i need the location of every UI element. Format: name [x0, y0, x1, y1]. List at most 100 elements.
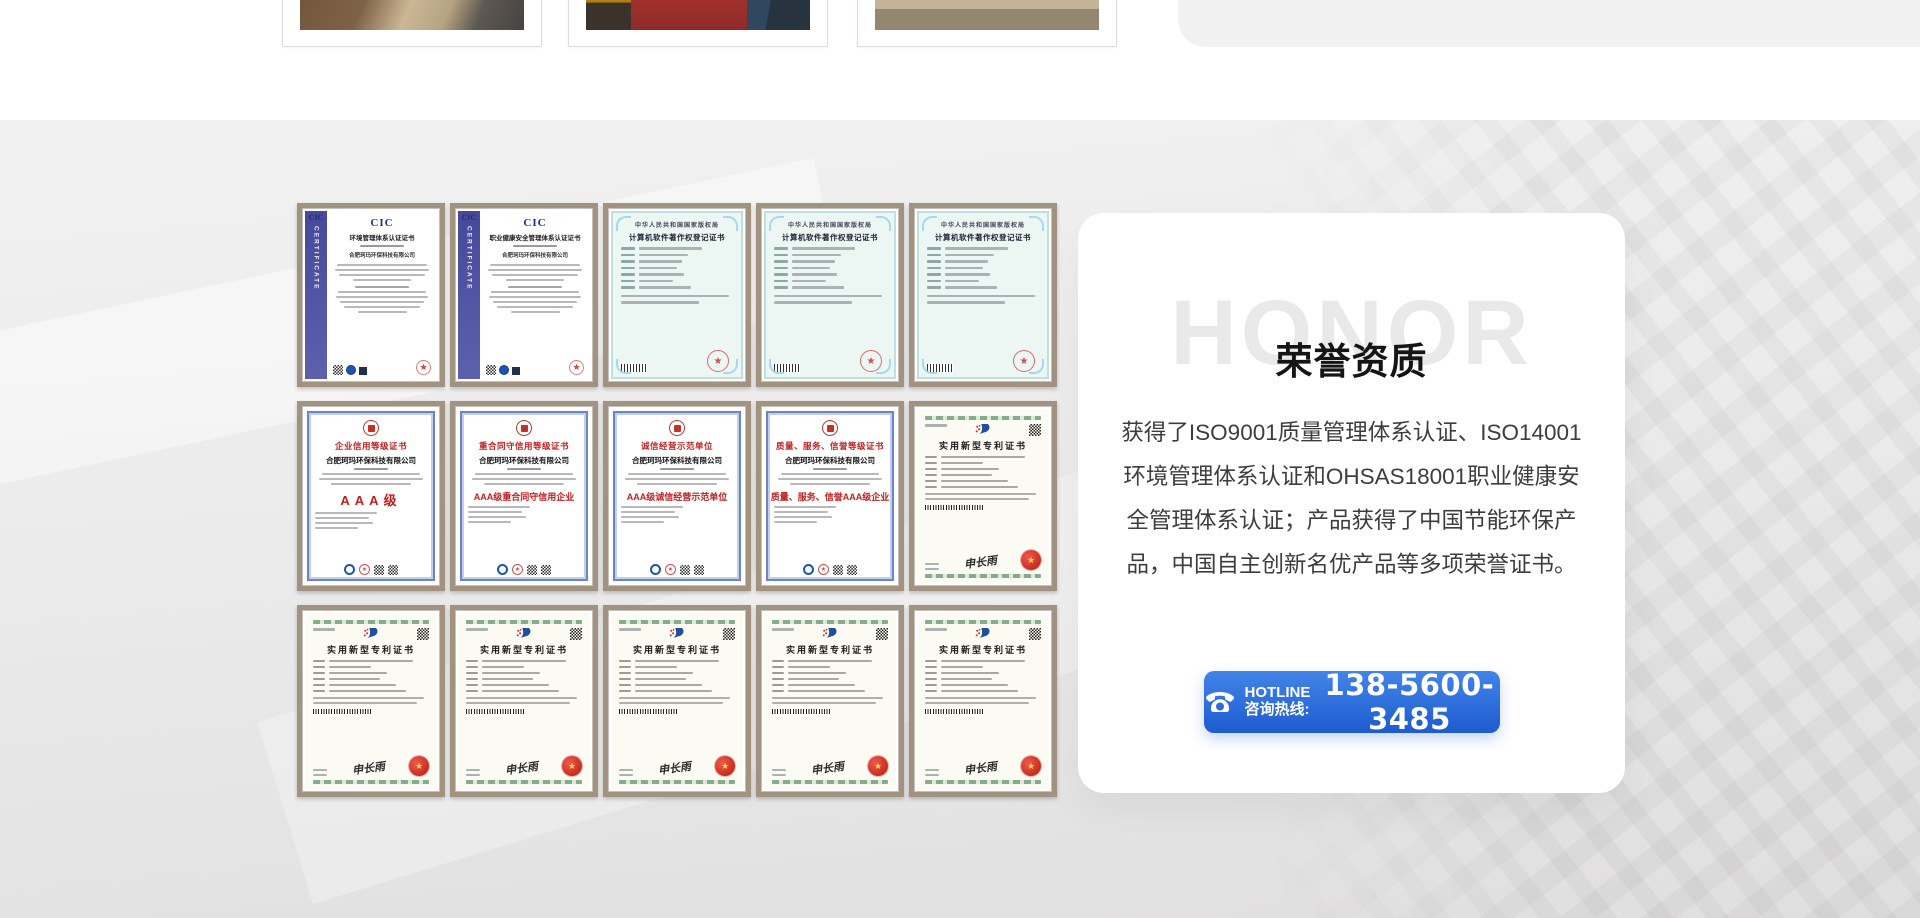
- text-line: [788, 660, 872, 662]
- field-row: [927, 280, 1039, 283]
- field-row: [927, 260, 1039, 263]
- certificate-patent[interactable]: 实用新型专利证书申长雨★: [909, 401, 1057, 591]
- certificate-credit[interactable]: 诚信经营示范单位合肥珂玛环保科技有限公司AAA级诚信经营示范单位★: [603, 401, 751, 591]
- field-row: [772, 690, 888, 692]
- text-line: [619, 666, 631, 668]
- text-line: [621, 301, 699, 304]
- blue-round-logo: [803, 564, 814, 575]
- text-line: [925, 486, 937, 488]
- certificate-cic[interactable]: CICCERTIFICATECIC职业健康安全管理体系认证证书合肥珂玛环保科技有…: [450, 203, 598, 387]
- red-star-stamp: ★: [818, 564, 829, 575]
- text-line: [774, 247, 788, 250]
- gallery-card[interactable]: [857, 0, 1117, 47]
- text-line: [927, 273, 941, 276]
- text-line: [621, 521, 664, 523]
- certificate-title: 企业信用等级证书: [335, 440, 407, 452]
- green-ornament-band: [466, 620, 582, 624]
- qr-code: [694, 565, 704, 575]
- field-row: [619, 678, 735, 680]
- field-row: [619, 672, 735, 674]
- text-line: [313, 684, 325, 686]
- blue-round-logo: [344, 564, 355, 575]
- text-line: [313, 702, 417, 704]
- qr-code: [374, 565, 384, 575]
- certificate-footer: ★: [774, 564, 886, 575]
- text-line: [344, 306, 420, 308]
- barcode: [313, 709, 371, 714]
- certificate-patent[interactable]: 实用新型专利证书申长雨★: [603, 605, 751, 797]
- footer-labels: [772, 769, 786, 776]
- text-line: [619, 660, 631, 662]
- certificate-paper: 实用新型专利证书申长雨★: [917, 613, 1049, 789]
- certificate-credit[interactable]: 质量、服务、信誉等级证书合肥珂玛环保科技有限公司质量、服务、信誉AAA级企业★: [756, 401, 904, 591]
- text-line: [637, 483, 718, 485]
- text-line: [925, 480, 937, 482]
- text-line: [336, 296, 428, 298]
- field-row: [466, 684, 582, 686]
- field-row: [621, 286, 733, 289]
- certificate-footer: 申长雨★: [466, 756, 582, 777]
- text-line: [313, 628, 335, 631]
- certificate-copyright[interactable]: 中华人民共和国国家版权局计算机软件著作权登记证书★: [756, 203, 904, 387]
- text-line: [315, 527, 358, 529]
- text-line: [339, 274, 425, 276]
- text-line: [774, 506, 836, 508]
- text-line: [925, 702, 1029, 704]
- text-line: [781, 473, 880, 475]
- text-line: [466, 672, 478, 674]
- text-line: [772, 697, 883, 699]
- certificate-title: 计算机软件著作权登记证书: [621, 232, 733, 243]
- text-line: [635, 678, 686, 680]
- certificate-footer: ★: [621, 564, 733, 575]
- red-star-seal: ★: [416, 360, 431, 375]
- certificate-patent[interactable]: 实用新型专利证书申长雨★: [756, 605, 904, 797]
- accreditation-mark: [359, 367, 367, 375]
- text-line: [941, 462, 983, 464]
- text-line: [329, 690, 406, 692]
- text-line: [925, 769, 939, 771]
- text-line: [619, 702, 723, 704]
- certificate-credit[interactable]: 重合同守信用等级证书合肥珂玛环保科技有限公司AAA级重合同守信用企业★: [450, 401, 598, 591]
- text-line: [925, 498, 1029, 500]
- national-emblem-seal: ★: [868, 756, 888, 776]
- corner-flourish: [769, 216, 784, 231]
- text-line: [927, 295, 1035, 298]
- text-line: [941, 684, 1008, 686]
- text-line: [772, 678, 784, 680]
- certificate-cic[interactable]: CICCERTIFICATECIC环境管理体系认证证书合肥珂玛环保科技有限公司★: [297, 203, 445, 387]
- certificate-copyright[interactable]: 中华人民共和国国家版权局计算机软件著作权登记证书★: [603, 203, 751, 387]
- text-line: [490, 264, 580, 266]
- text-line: [482, 660, 566, 662]
- field-row: [774, 254, 886, 257]
- hotline-button[interactable]: HOTLINE 咨询热线: 138-5600-3485: [1204, 671, 1500, 733]
- section-description: 获得了ISO9001质量管理体系认证、ISO14001环境管理体系认证和OHSA…: [1114, 411, 1589, 587]
- certificate-copyright[interactable]: 中华人民共和国国家版权局计算机软件著作权登记证书★: [909, 203, 1057, 387]
- field-row: [621, 280, 733, 283]
- corner-flourish: [616, 359, 631, 374]
- certificate-title: 职业健康安全管理体系认证证书: [490, 232, 581, 242]
- footer-labels: [619, 769, 633, 776]
- text-line: [482, 672, 540, 674]
- text-line: [335, 269, 429, 271]
- text-line: [621, 516, 679, 518]
- certificate-credit[interactable]: 企业信用等级证书合肥珂玛环保科技有限公司AAA级★: [297, 401, 445, 591]
- text-line: [313, 769, 327, 771]
- text-line: [788, 666, 830, 668]
- certificate-patent[interactable]: 实用新型专利证书申长雨★: [450, 605, 598, 797]
- text-line: [331, 483, 412, 485]
- gallery-card[interactable]: [568, 0, 828, 47]
- text-line: [925, 456, 937, 458]
- certificate-paper: 实用新型专利证书申长雨★: [764, 613, 896, 789]
- footer-labels: [313, 769, 327, 776]
- gallery-card[interactable]: [282, 0, 542, 47]
- commissioner-signature: 申长雨: [963, 758, 998, 778]
- cic-round-logo: [346, 365, 356, 375]
- text-line: [941, 672, 999, 674]
- certificate-patent[interactable]: 实用新型专利证书申长雨★: [297, 605, 445, 797]
- text-line: [466, 660, 478, 662]
- text-line: [774, 286, 788, 289]
- certificate-patent[interactable]: 实用新型专利证书申长雨★: [909, 605, 1057, 797]
- text-line: [619, 684, 631, 686]
- text-line: [925, 672, 937, 674]
- award-grade: AAA级: [340, 490, 401, 509]
